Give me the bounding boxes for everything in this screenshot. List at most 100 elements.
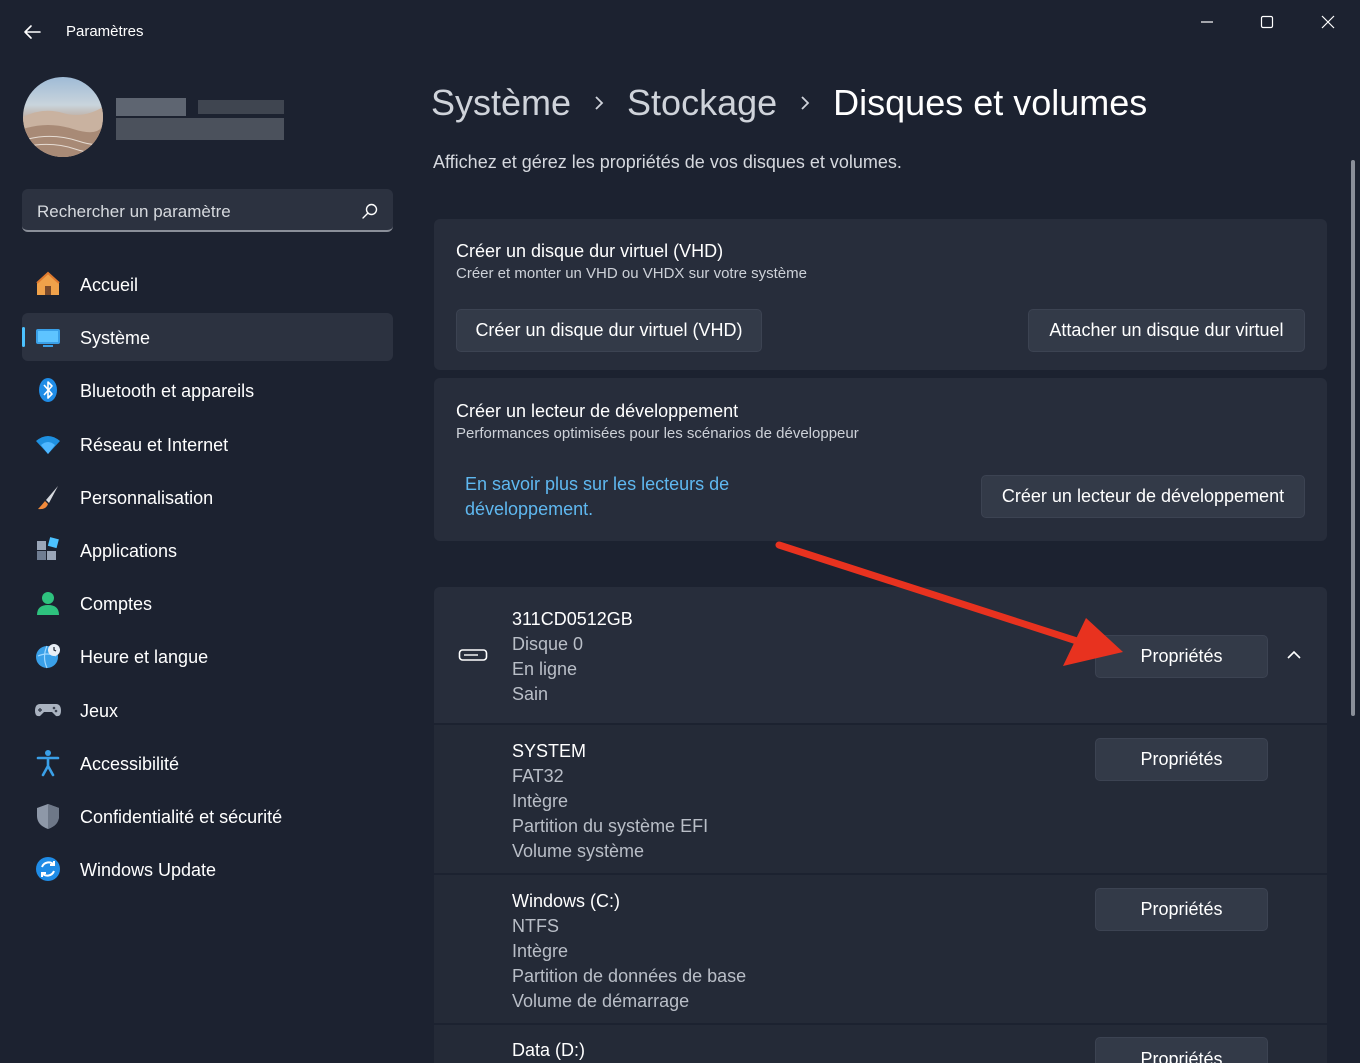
redacted-user-name (116, 98, 284, 142)
dev-drive-learn-more-link[interactable]: En savoir plus sur les lecteurs de dével… (465, 472, 729, 522)
redacted-block (116, 118, 284, 140)
scrollbar[interactable] (1351, 160, 1355, 716)
home-icon (36, 271, 60, 295)
volume-filesystem: NTFS (512, 916, 559, 936)
link-line: En savoir plus sur les lecteurs de (465, 474, 730, 494)
account-icon (37, 592, 59, 616)
sidebar-item-comptes[interactable]: Comptes (22, 579, 393, 627)
minimize-button[interactable] (1185, 8, 1229, 36)
sidebar-item-label: Applications (80, 540, 178, 561)
sidebar-item-label: Système (80, 328, 151, 349)
volume-name: Windows (C:) (512, 891, 621, 911)
disk-number: Disque 0 (512, 634, 584, 654)
window-title: Paramètres (66, 23, 144, 40)
gamepad-icon (35, 703, 61, 716)
sidebar-item-label: Jeux (80, 700, 119, 721)
sidebar-item-bluetooth[interactable]: Bluetooth et appareils (22, 366, 393, 414)
disk-health: Sain (512, 684, 549, 704)
volume-properties-button[interactable]: Propriétés (1095, 888, 1268, 931)
volume-name: SYSTEM (512, 741, 587, 761)
sidebar-item-systeme[interactable]: Système (22, 313, 393, 362)
sidebar-item-label: Bluetooth et appareils (80, 381, 255, 402)
clock-globe-icon (36, 644, 60, 669)
sidebar-item-label: Heure et langue (80, 647, 209, 668)
update-icon (36, 857, 60, 882)
sidebar-item-label: Comptes (80, 594, 153, 615)
volume-partition-type: Partition du système EFI (512, 816, 709, 836)
dev-drive-card-title: Créer un lecteur de développement (456, 401, 739, 421)
redacted-block (198, 100, 284, 114)
disk-header-row[interactable]: 311CD0512GB Disque 0 En ligne Sain Propr… (434, 587, 1327, 723)
title-bar: Paramètres (0, 0, 1360, 62)
chevron-right-icon (799, 94, 811, 112)
volume-row-system: SYSTEM FAT32 Intègre Partition du systèm… (434, 725, 1327, 873)
sidebar-item-label: Windows Update (80, 860, 217, 881)
close-icon (1321, 15, 1335, 29)
chevron-up-icon[interactable] (1284, 647, 1304, 663)
shield-icon (37, 803, 59, 829)
sidebar-item-reseau[interactable]: Réseau et Internet (22, 420, 393, 468)
search-input[interactable]: Rechercher un paramètre (22, 189, 393, 232)
create-dev-drive-button[interactable]: Créer un lecteur de développement (981, 475, 1305, 518)
vhd-card: Créer un disque dur virtuel (VHD) Créer … (434, 219, 1327, 370)
bluetooth-icon (39, 378, 57, 403)
back-button[interactable] (16, 18, 48, 46)
page-title: Disques et volumes (833, 82, 1148, 123)
apps-icon (37, 537, 59, 560)
drive-icon (458, 649, 488, 661)
volume-properties-button[interactable]: Propriétés (1095, 1037, 1268, 1063)
sidebar-nav: Accueil Système Bluetooth et appareils R… (22, 260, 393, 898)
maximize-icon (1260, 15, 1274, 29)
sidebar-item-heure-langue[interactable]: Heure et langue (22, 632, 393, 680)
breadcrumb-stockage[interactable]: Stockage (627, 82, 777, 124)
volume-filesystem: FAT32 (512, 766, 564, 786)
dev-drive-card: Créer un lecteur de développement Perfor… (434, 378, 1327, 541)
wifi-icon (36, 435, 60, 454)
breadcrumb-systeme[interactable]: Système (431, 82, 571, 124)
sidebar-item-personnalisation[interactable]: Personnalisation (22, 473, 393, 521)
minimize-icon (1201, 21, 1213, 23)
volume-health: Intègre (512, 941, 569, 961)
active-indicator (22, 327, 25, 348)
sidebar-item-windows-update[interactable]: Windows Update (22, 845, 393, 893)
volume-row-data: Data (D:) Propriétés (434, 1025, 1327, 1063)
volume-role: Volume système (512, 841, 645, 861)
breadcrumb: Système Stockage Disques et volumes (431, 78, 1147, 128)
link-line: développement. (465, 499, 594, 519)
brush-icon (38, 485, 58, 509)
sidebar-item-jeux[interactable]: Jeux (22, 686, 393, 734)
avatar[interactable] (23, 77, 103, 157)
vhd-card-description: Créer et monter un VHD ou VHDX sur votre… (456, 265, 807, 282)
disk-status: En ligne (512, 659, 578, 679)
accessibility-icon (36, 749, 60, 776)
system-icon (36, 329, 60, 348)
sidebar-item-applications[interactable]: Applications (22, 526, 393, 574)
volume-health: Intègre (512, 791, 569, 811)
maximize-button[interactable] (1245, 8, 1289, 36)
volume-row-windows: Windows (C:) NTFS Intègre Partition de d… (434, 875, 1327, 1023)
back-arrow-icon (24, 25, 41, 39)
sidebar-item-label: Confidentialité et sécurité (80, 806, 283, 827)
vhd-card-title: Créer un disque dur virtuel (VHD) (456, 241, 724, 261)
search-icon (362, 203, 378, 219)
sidebar-item-confidentialite[interactable]: Confidentialité et sécurité (22, 792, 393, 840)
page-subtitle: Affichez et gérez les propriétés de vos … (433, 152, 902, 172)
volume-role: Volume de démarrage (512, 991, 690, 1011)
search-placeholder: Rechercher un paramètre (37, 202, 231, 221)
sidebar-item-accueil[interactable]: Accueil (22, 260, 393, 308)
create-vhd-button[interactable]: Créer un disque dur virtuel (VHD) (456, 309, 762, 352)
disk-properties-button[interactable]: Propriétés (1095, 635, 1268, 678)
redacted-block (116, 98, 186, 116)
sidebar-item-label: Personnalisation (80, 487, 214, 508)
volume-name: Data (D:) (512, 1040, 586, 1060)
avatar-image (23, 107, 103, 157)
volume-properties-button[interactable]: Propriétés (1095, 738, 1268, 781)
sidebar-item-label: Réseau et Internet (80, 434, 229, 455)
disk-list: 311CD0512GB Disque 0 En ligne Sain Propr… (434, 587, 1327, 1063)
sidebar-item-label: Accueil (80, 275, 139, 295)
sidebar-item-accessibilite[interactable]: Accessibilité (22, 739, 393, 787)
attach-vhd-button[interactable]: Attacher un disque dur virtuel (1028, 309, 1305, 352)
close-button[interactable] (1306, 8, 1350, 36)
disk-name: 311CD0512GB (512, 609, 633, 629)
volume-partition-type: Partition de données de base (512, 966, 747, 986)
